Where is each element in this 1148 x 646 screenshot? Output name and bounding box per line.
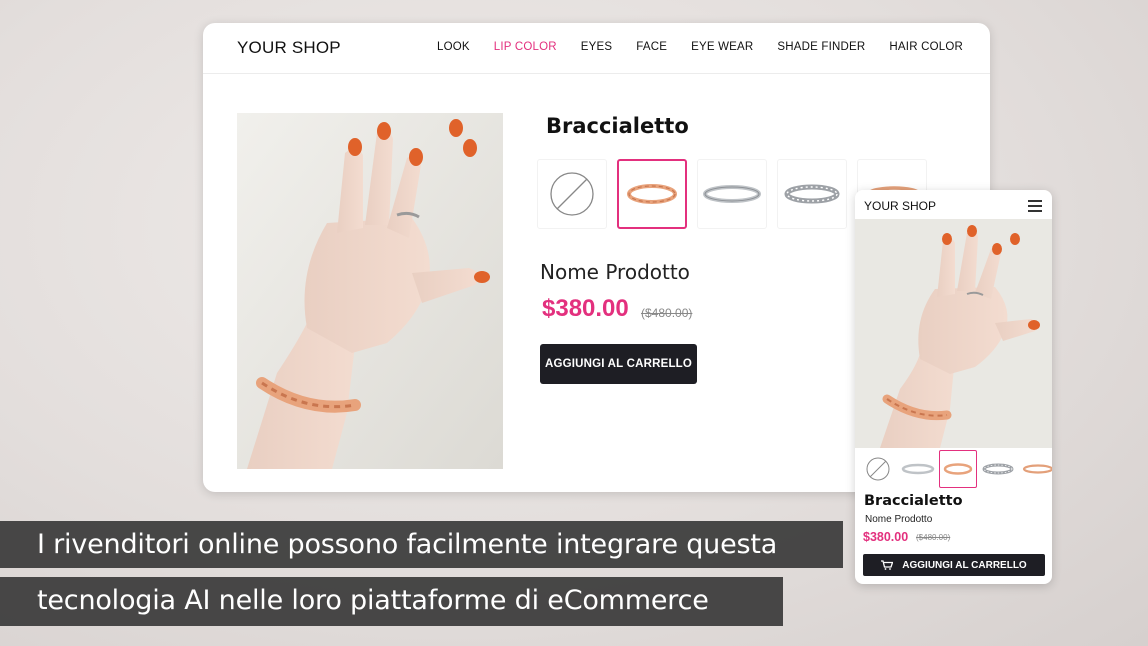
mobile-category-title: Braccialetto: [864, 493, 963, 509]
swatch-rose-gold-chain[interactable]: [617, 159, 687, 229]
mobile-add-to-cart-button[interactable]: AGGIUNGI AL CARRELLO: [863, 554, 1045, 576]
hand-with-bracelet-image: [237, 113, 503, 469]
mobile-add-to-cart-label: AGGIUNGI AL CARRELLO: [902, 559, 1027, 571]
category-title: Braccialetto: [546, 114, 689, 138]
diamond-bangle-icon: [784, 184, 840, 204]
nav-lip-color[interactable]: LIP COLOR: [494, 41, 557, 53]
no-bracelet-icon: [866, 457, 890, 481]
mobile-product-name: Nome Prodotto: [865, 514, 933, 525]
swatch-silver-bangle[interactable]: [697, 159, 767, 229]
caption-line-1: I rivenditori online possono facilmente …: [0, 521, 843, 568]
rose-gold-chain-bracelet-icon: [627, 184, 677, 204]
diamond-bangle-icon: [982, 463, 1014, 475]
mobile-swatch-rose-gold-bangle[interactable]: [1019, 450, 1052, 488]
rose-gold-bangle-icon: [1022, 464, 1052, 474]
nav-look[interactable]: LOOK: [437, 41, 470, 53]
desktop-header: YOUR SHOP LOOK LIP COLOR EYES FACE EYE W…: [203, 23, 990, 74]
silver-bangle-icon: [901, 463, 935, 475]
hamburger-menu-icon[interactable]: [1028, 200, 1042, 212]
nav-eyes[interactable]: EYES: [581, 41, 612, 53]
caption-line-2: tecnologia AI nelle loro piattaforme di …: [0, 577, 783, 626]
silver-bangle-icon: [703, 185, 761, 203]
mobile-product-price: $380.00: [863, 530, 909, 544]
swatch-diamond-bangle[interactable]: [777, 159, 847, 229]
nav-eye-wear[interactable]: EYE WEAR: [691, 41, 753, 53]
mobile-swatch-silver-bangle[interactable]: [899, 450, 937, 488]
mobile-shop-logo[interactable]: YOUR SHOP: [864, 199, 936, 213]
nav-face[interactable]: FACE: [636, 41, 667, 53]
product-name: Nome Prodotto: [540, 260, 690, 284]
try-on-photo: [237, 113, 503, 469]
product-old-price: ($480.00): [641, 306, 693, 320]
mobile-try-on-photo: [855, 219, 1052, 448]
rose-gold-chain-bracelet-icon: [943, 463, 973, 475]
swatch-none[interactable]: [537, 159, 607, 229]
product-price: $380.00: [542, 295, 629, 322]
cart-icon: [881, 560, 894, 570]
mobile-swatch-none[interactable]: [859, 450, 897, 488]
mobile-shop-window: YOUR SHOP Braccialetto Nome Prodotto $38…: [855, 190, 1052, 584]
mobile-bracelet-swatch-list: [859, 450, 1052, 488]
mobile-product-old-price: ($480.00): [916, 533, 951, 542]
nav-hair-color[interactable]: HAIR COLOR: [889, 41, 963, 53]
mobile-swatch-rose-gold-chain[interactable]: [939, 450, 977, 488]
add-to-cart-button[interactable]: AGGIUNGI AL CARRELLO: [540, 344, 697, 384]
mobile-hand-with-bracelet-image: [855, 219, 1052, 448]
nav-shade-finder[interactable]: SHADE FINDER: [777, 41, 865, 53]
shop-logo[interactable]: YOUR SHOP: [237, 38, 341, 58]
mobile-swatch-diamond-bangle[interactable]: [979, 450, 1017, 488]
no-bracelet-icon: [550, 172, 594, 216]
main-nav: LOOK LIP COLOR EYES FACE EYE WEAR SHADE …: [413, 41, 963, 53]
